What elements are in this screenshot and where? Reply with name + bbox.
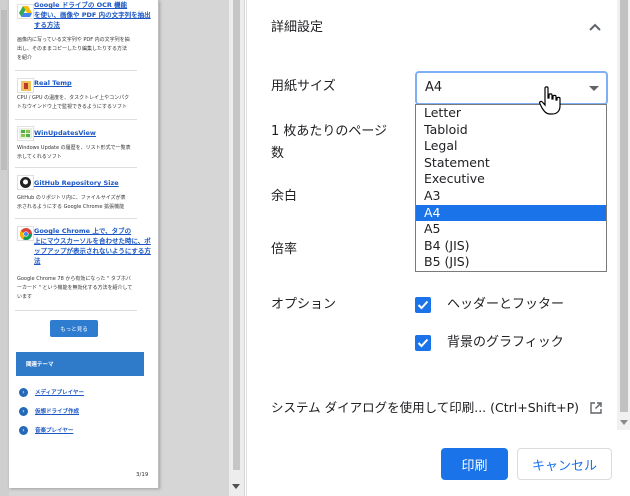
- advanced-settings-header[interactable]: 詳細設定: [271, 18, 323, 38]
- theme-link[interactable]: メディアプレイヤー: [35, 388, 84, 396]
- print-settings-panel: 詳細設定 用紙サイズ A4 1 枚あたりのページ 数 余白 倍率 オプション ヘ…: [246, 0, 630, 496]
- paper-size-dropdown-list[interactable]: Letter Tabloid Legal Statement Executive…: [415, 104, 607, 272]
- open-in-new-icon[interactable]: [589, 401, 603, 415]
- divider: [15, 119, 137, 120]
- paper-size-option[interactable]: Executive: [416, 171, 606, 188]
- preview-item-link[interactable]: Google Chrome 上で、タブの 上にマウスカーソルを合わせた時に、ポ …: [34, 226, 151, 266]
- checkmark-icon: [417, 338, 429, 348]
- hand-cursor-icon: [539, 86, 561, 115]
- arrow-right-icon: ›: [19, 425, 28, 435]
- print-button[interactable]: 印刷: [441, 448, 508, 480]
- preview-left-edge: [0, 0, 9, 496]
- paper-size-option[interactable]: Legal: [416, 138, 606, 155]
- paper-size-option[interactable]: B5 (JIS): [416, 254, 606, 271]
- pages-per-sheet-label: 1 枚あたりのページ 数: [271, 122, 387, 164]
- paper-size-option[interactable]: Letter: [416, 105, 606, 122]
- paper-size-option[interactable]: A3: [416, 188, 606, 205]
- windows-icon: [17, 126, 34, 141]
- settings-scrollbar[interactable]: [617, 0, 630, 430]
- theme-link[interactable]: 音楽プレイヤー: [35, 426, 73, 434]
- divider: [15, 167, 137, 168]
- preview-page: Google ドライブの OCR 機能 を使い、画像や PDF 内の文字列を抽出…: [9, 0, 159, 488]
- preview-item-link[interactable]: Real Temp: [34, 78, 72, 88]
- divider: [15, 218, 137, 219]
- preview-item-desc: CPU / GPU の温度を、タスクトレイ上やコンパク トなウインドウ上で監視で…: [17, 95, 130, 110]
- preview-item-link[interactable]: WinUpdatesView: [34, 128, 96, 138]
- options-label: オプション: [271, 297, 337, 312]
- thermometer-icon: [17, 78, 34, 93]
- related-themes-header: 関連テーマ: [16, 352, 144, 376]
- scale-label: 倍率: [271, 242, 298, 257]
- settings-scroll-thumb[interactable]: [620, 0, 628, 412]
- background-graphics-checkbox[interactable]: [415, 335, 431, 351]
- preview-scroll-thumb[interactable]: [233, 0, 240, 470]
- chrome-icon: [17, 226, 34, 241]
- more-button[interactable]: もっと見る: [50, 320, 98, 337]
- checkmark-icon: [417, 300, 429, 310]
- margins-label: 余白: [271, 189, 298, 204]
- print-preview-area: Google ドライブの OCR 機能 を使い、画像や PDF 内の文字列を抽出…: [0, 0, 245, 496]
- theme-link-row[interactable]: › 仮想ドライブ作成: [19, 405, 79, 417]
- theme-link-row[interactable]: › メディアプレイヤー: [19, 386, 84, 398]
- github-icon: [17, 175, 34, 190]
- cancel-button[interactable]: キャンセル: [517, 448, 612, 480]
- pages-per-sheet-label-line1: 1 枚あたりのページ: [271, 124, 388, 139]
- pages-per-sheet-label-line2: 数: [271, 146, 285, 161]
- paper-size-select[interactable]: A4: [415, 71, 608, 105]
- arrow-right-icon: ›: [19, 406, 28, 416]
- background-graphics-label[interactable]: 背景のグラフィック: [447, 333, 564, 353]
- preview-scrollbar[interactable]: [229, 0, 244, 496]
- system-dialog-link[interactable]: システム ダイアログを使用して印刷... (Ctrl+Shift+P): [271, 398, 579, 418]
- headers-footers-checkbox[interactable]: [415, 297, 431, 313]
- paper-size-option[interactable]: B4 (JIS): [416, 238, 606, 255]
- preview-item-link[interactable]: GitHub Repository Size: [34, 178, 119, 188]
- divider: [15, 310, 137, 311]
- preview-item-link[interactable]: Google ドライブの OCR 機能 を使い、画像や PDF 内の文字列を抽出…: [34, 0, 151, 30]
- paper-size-option[interactable]: Statement: [416, 155, 606, 172]
- scroll-down-arrow-icon[interactable]: [232, 484, 240, 489]
- theme-link-row[interactable]: › 音楽プレイヤー: [19, 424, 73, 436]
- theme-link[interactable]: 仮想ドライブ作成: [35, 407, 79, 415]
- headers-footers-label[interactable]: ヘッダーとフッター: [447, 295, 564, 315]
- paper-size-option-selected[interactable]: A4: [416, 204, 606, 222]
- paper-size-option[interactable]: A5: [416, 221, 606, 238]
- paper-size-option[interactable]: Tabloid: [416, 122, 606, 139]
- dropdown-arrow-icon: [589, 86, 599, 91]
- paper-size-label: 用紙サイズ: [271, 79, 336, 94]
- paper-size-value: A4: [425, 80, 443, 95]
- arrow-right-icon: ›: [19, 387, 28, 397]
- scroll-down-arrow-icon[interactable]: [620, 420, 628, 425]
- preview-item-desc: Windows Update の履歴を、リスト形式で一覧表 示してくれるソフト: [17, 145, 131, 160]
- preview-item-desc: Google Chrome 78 から有効になった " タブホバ ーカード " …: [17, 276, 133, 300]
- google-drive-icon: [17, 4, 34, 19]
- preview-item-desc: 画像内に写っている文字列や PDF 内の文字列を抽 出し、そのままコピーしたり編…: [17, 37, 130, 61]
- chevron-up-icon[interactable]: [587, 20, 603, 36]
- divider: [15, 70, 137, 71]
- page-number: 3/19: [136, 472, 149, 478]
- preview-item-desc: GitHub のリポジトリ内に、ファイルサイズが表 示されるようにする Goog…: [17, 195, 126, 210]
